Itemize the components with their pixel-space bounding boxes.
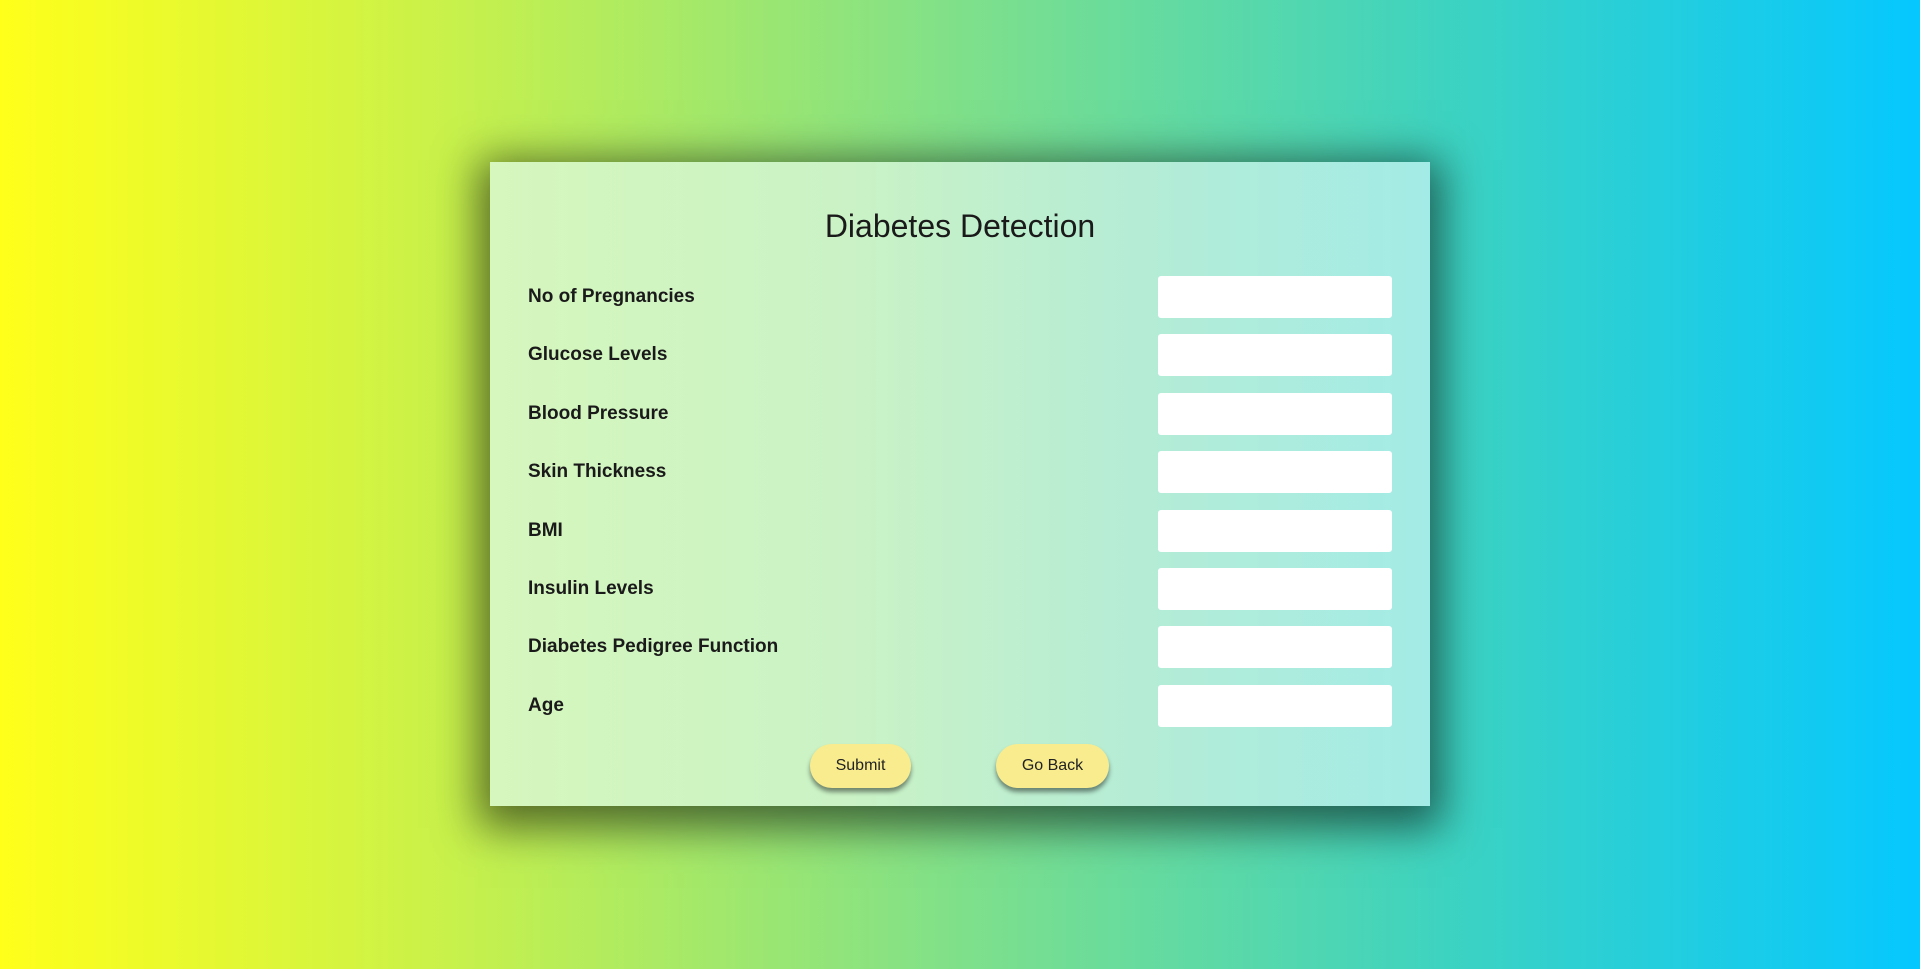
bmi-input[interactable] xyxy=(1158,509,1392,552)
form-card: Diabetes Detection No of Pregnancies Glu… xyxy=(490,162,1430,806)
form-actions: Submit Go Back xyxy=(490,744,1430,788)
field-row-skin-thickness: Skin Thickness xyxy=(528,451,1392,494)
pedigree-input[interactable] xyxy=(1158,626,1392,669)
blood-pressure-input[interactable] xyxy=(1158,392,1392,435)
skin-thickness-input[interactable] xyxy=(1158,451,1392,494)
field-row-insulin: Insulin Levels xyxy=(528,567,1392,610)
pregnancies-input[interactable] xyxy=(1158,276,1392,318)
field-label-insulin: Insulin Levels xyxy=(528,577,654,599)
field-label-pregnancies: No of Pregnancies xyxy=(528,286,695,307)
field-row-bmi: BMI xyxy=(528,509,1392,552)
field-label-pedigree: Diabetes Pedigree Function xyxy=(528,636,779,658)
field-label-bmi: BMI xyxy=(528,519,563,541)
form-fields: No of Pregnancies Glucose Levels Blood P… xyxy=(528,276,1392,743)
field-label-glucose: Glucose Levels xyxy=(528,344,668,366)
field-row-glucose: Glucose Levels xyxy=(528,334,1392,377)
field-row-age: Age xyxy=(528,684,1392,727)
field-label-skin-thickness: Skin Thickness xyxy=(528,461,667,483)
field-label-blood-pressure: Blood Pressure xyxy=(528,402,669,424)
field-label-age: Age xyxy=(528,694,564,716)
page-title: Diabetes Detection xyxy=(824,208,1096,244)
submit-button[interactable]: Submit xyxy=(810,744,911,788)
field-row-blood-pressure: Blood Pressure xyxy=(528,392,1392,435)
go-back-button[interactable]: Go Back xyxy=(996,744,1109,788)
glucose-input[interactable] xyxy=(1158,334,1392,377)
insulin-input[interactable] xyxy=(1158,567,1392,610)
age-input[interactable] xyxy=(1158,684,1392,727)
field-row-pregnancies: No of Pregnancies xyxy=(528,276,1392,318)
field-row-pedigree: Diabetes Pedigree Function xyxy=(528,626,1392,669)
